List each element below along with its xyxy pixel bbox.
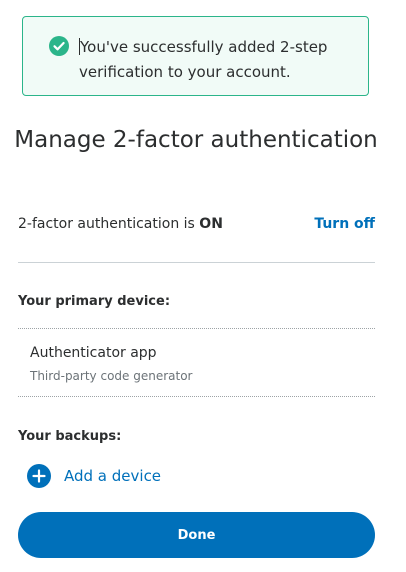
plus-circle-icon[interactable] [27,464,51,488]
divider [18,262,375,263]
alert-message: You've successfully added 2-step verific… [79,35,359,85]
page-title: Manage 2-factor authentication [14,127,378,153]
turn-off-link[interactable]: Turn off [314,213,375,235]
primary-device-heading: Your primary device: [18,294,171,309]
dotted-divider [18,328,375,329]
add-device-label[interactable]: Add a device [64,465,161,487]
backups-heading: Your backups: [18,429,122,444]
done-button[interactable]: Done [18,512,375,558]
check-circle-icon [49,36,69,56]
status-row: 2-factor authentication is ON Turn off [18,213,375,235]
status-label: 2-factor authentication is [18,216,200,232]
alert-line-1: You've successfully added 2-step [80,38,328,56]
success-alert: You've successfully added 2-step verific… [22,16,369,96]
dotted-divider [18,396,375,397]
alert-line-2: verification to your account. [79,63,291,81]
primary-device-name: Authenticator app [30,345,157,361]
status-value: ON [199,216,223,232]
primary-device-description: Third-party code generator [30,369,193,383]
status-text: 2-factor authentication is ON [18,213,223,235]
